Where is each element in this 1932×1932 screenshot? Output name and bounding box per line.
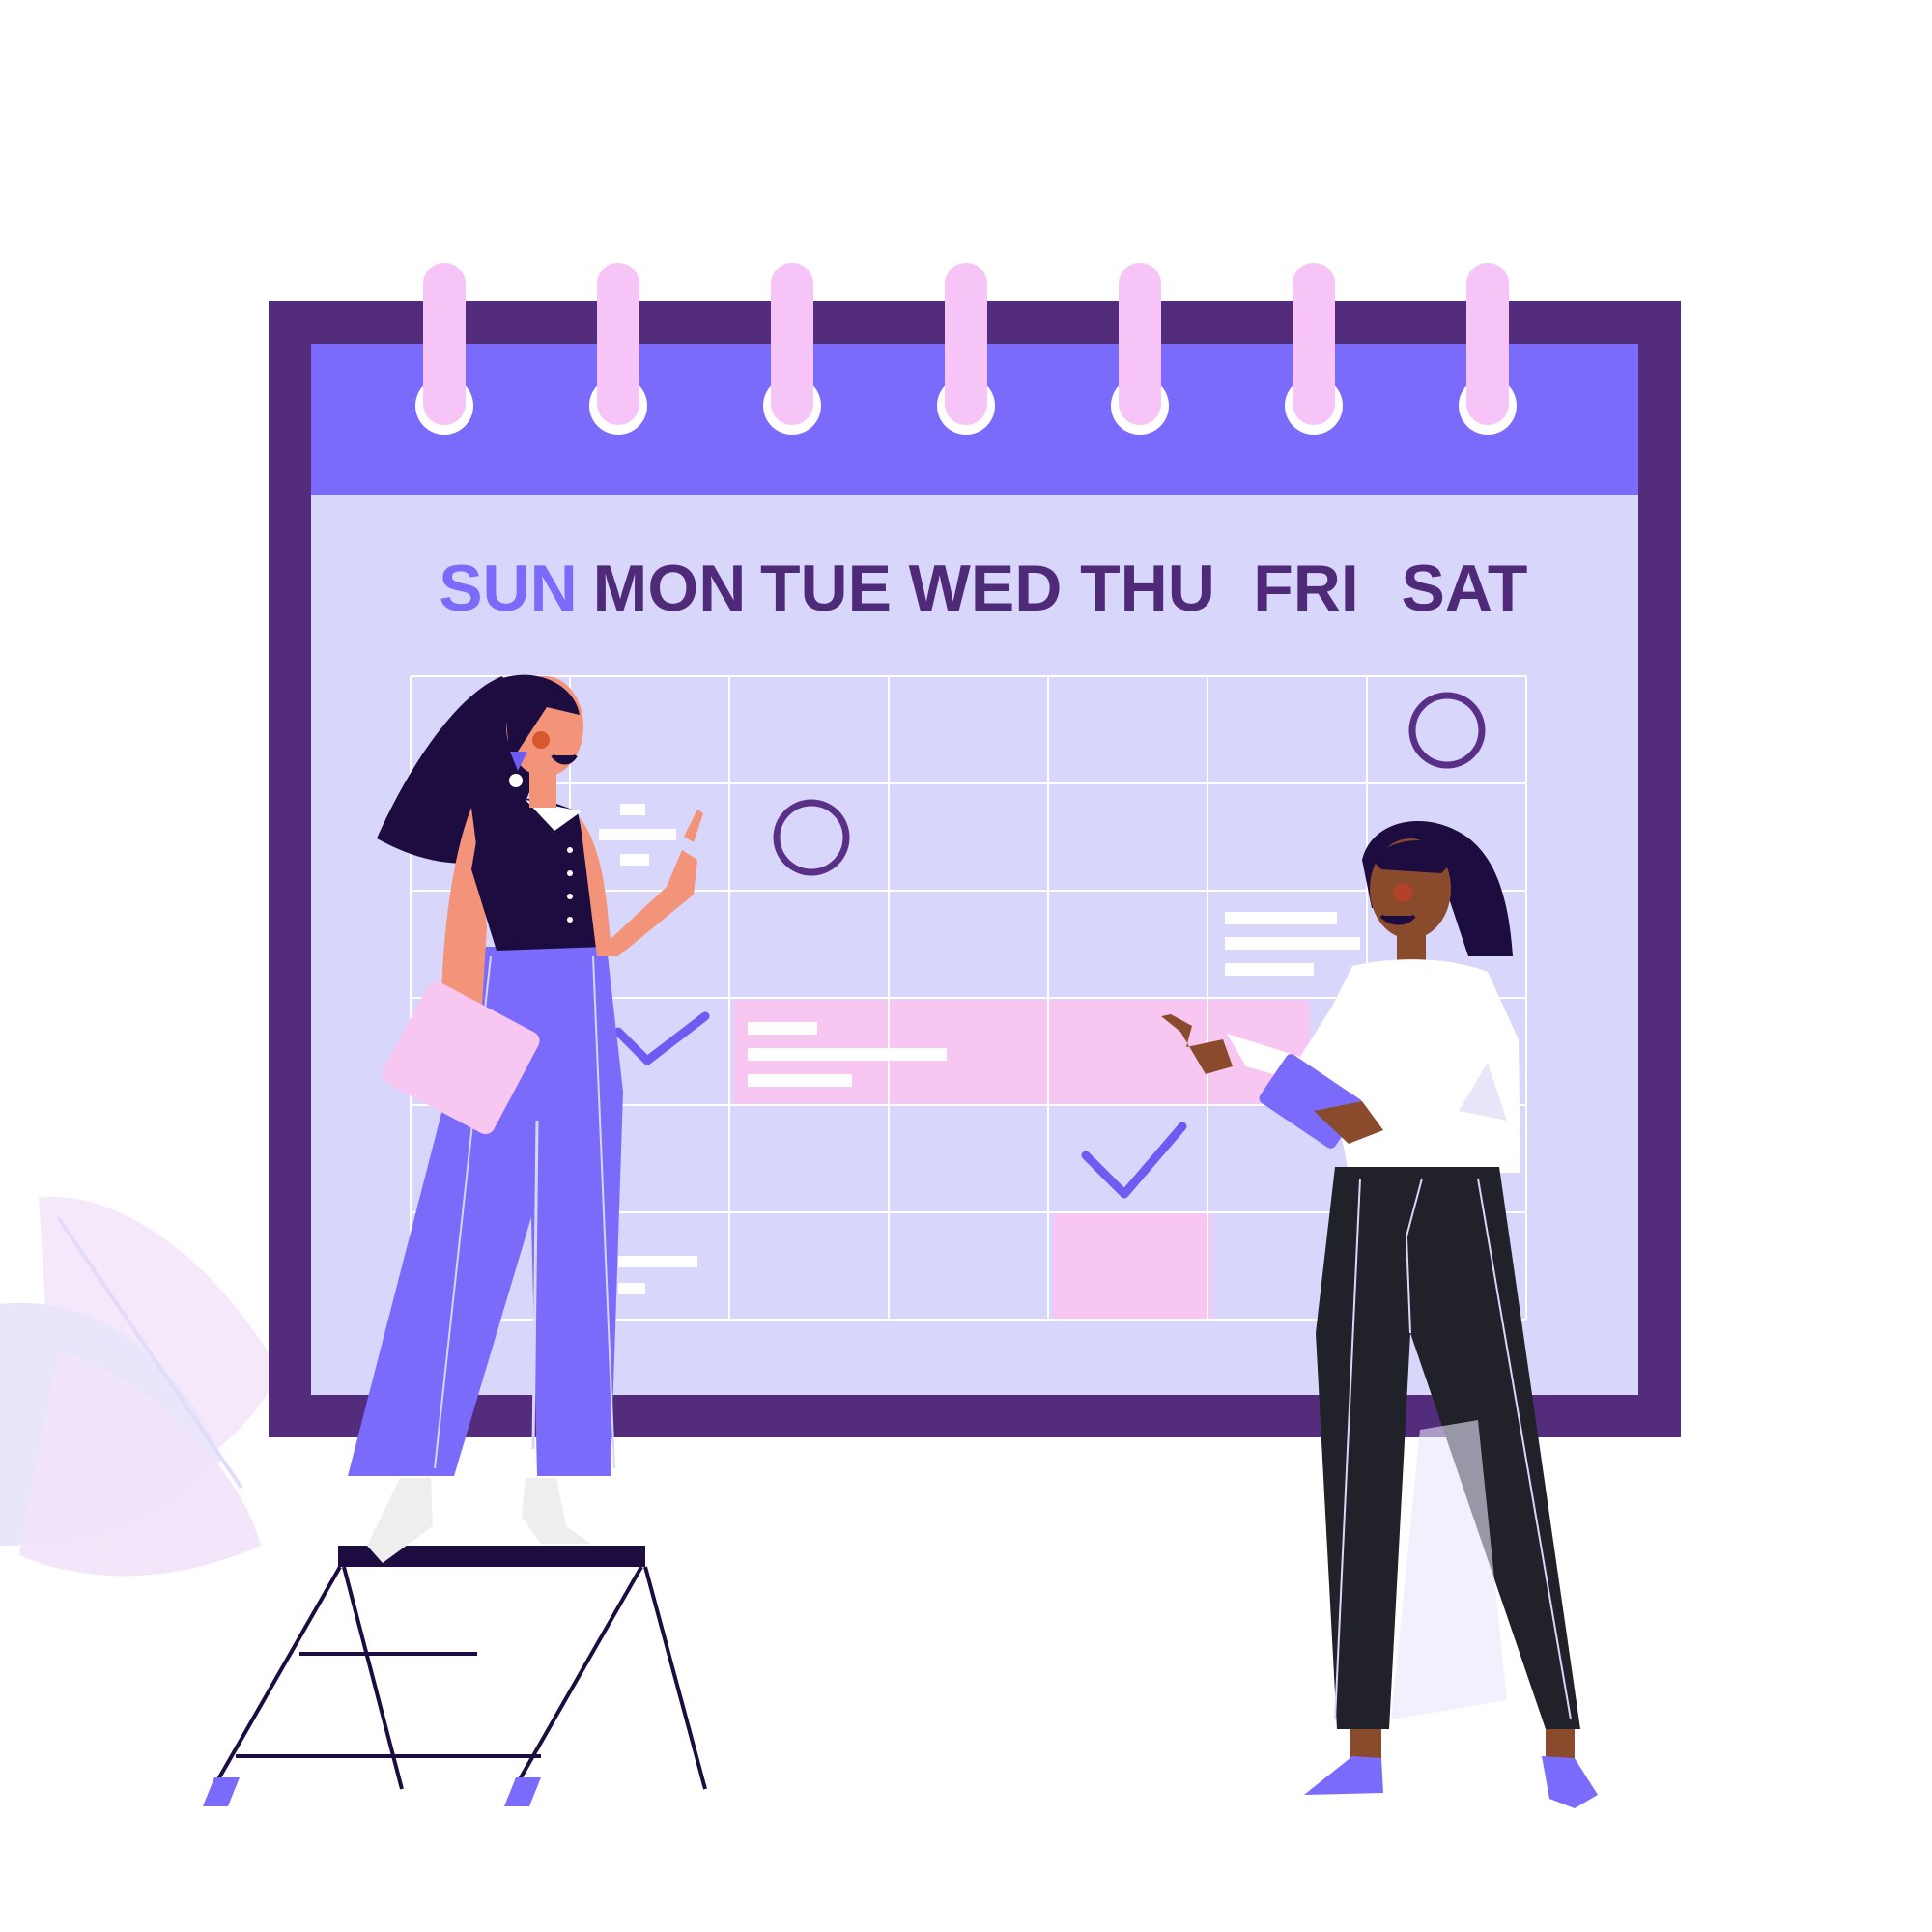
shoe (1542, 1756, 1598, 1808)
event-line (618, 1256, 697, 1267)
event-block-thu-week6 (1053, 1213, 1212, 1320)
calendar-illustration: SUN MON TUE WED THU FRI SAT (0, 263, 1681, 1808)
binder-ring (771, 263, 813, 425)
event-line (599, 829, 676, 840)
weekday-fri: FRI (1253, 552, 1359, 625)
binder-ring (1293, 263, 1335, 425)
event-line (1225, 912, 1337, 924)
event-line (620, 854, 649, 866)
shoe (1304, 1756, 1383, 1795)
weekday-sat: SAT (1402, 552, 1528, 625)
weekday-sun: SUN (439, 552, 578, 625)
event-line (748, 1074, 852, 1087)
plant-decoration (0, 1197, 280, 1577)
shoe (522, 1478, 591, 1544)
binder-ring (1466, 263, 1509, 425)
event-line (620, 804, 645, 815)
binder-ring (1119, 263, 1161, 425)
event-line (1225, 937, 1360, 950)
event-line (1225, 963, 1314, 976)
binder-ring (423, 263, 466, 425)
weekday-wed: WED (909, 552, 1063, 625)
event-line (618, 1283, 645, 1294)
event-line (748, 1048, 947, 1061)
weekday-thu: THU (1080, 552, 1215, 625)
weekday-tue: TUE (760, 552, 892, 625)
binder-ring (597, 263, 639, 425)
stepladder (203, 1546, 707, 1806)
event-line (748, 1022, 817, 1035)
binder-ring (945, 263, 987, 425)
weekday-mon: MON (593, 552, 747, 625)
